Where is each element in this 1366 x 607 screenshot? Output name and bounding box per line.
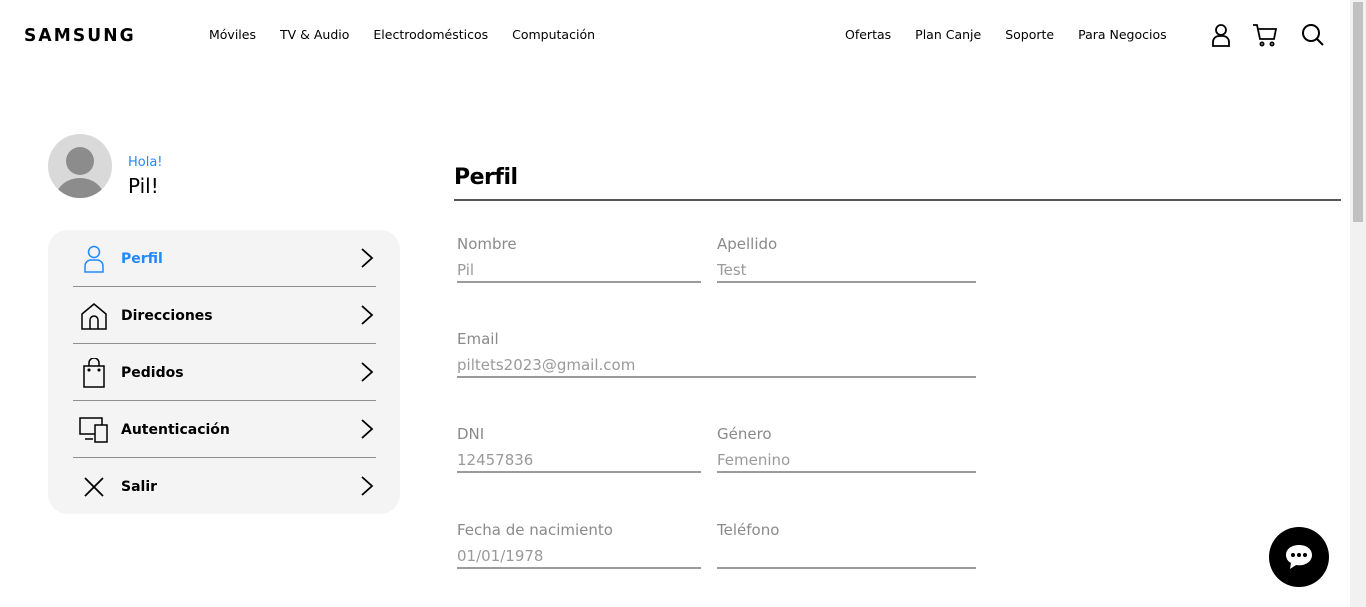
field-label: Fecha de nacimiento [457, 521, 613, 539]
chevron-right-icon [361, 362, 374, 382]
field-label: Género [717, 425, 772, 443]
telefono-field: Teléfono [717, 521, 976, 569]
menu-item-direcciones[interactable]: Direcciones [73, 287, 376, 344]
title-divider [454, 199, 1341, 201]
chat-bubble-icon [1286, 545, 1312, 569]
telefono-input[interactable] [717, 547, 976, 569]
field-label: Apellido [717, 235, 778, 253]
person-icon [79, 244, 109, 274]
menu-item-pedidos[interactable]: Pedidos [73, 344, 376, 401]
nav-ofertas[interactable]: Ofertas [845, 27, 891, 42]
nav-soporte[interactable]: Soporte [1005, 27, 1054, 42]
chevron-right-icon [361, 419, 374, 439]
field-label: Teléfono [717, 521, 780, 539]
search-icon[interactable] [1300, 22, 1326, 48]
fecha-nacimiento-input[interactable]: 01/01/1978 [457, 547, 701, 569]
greeting-hello: Hola! [128, 155, 163, 170]
nav-para-negocios[interactable]: Para Negocios [1078, 27, 1167, 42]
menu-label: Autenticación [121, 421, 230, 438]
menu-item-perfil[interactable]: Perfil [73, 230, 376, 287]
scrollbar-thumb[interactable] [1353, 2, 1363, 222]
fecha-nacimiento-field: Fecha de nacimiento 01/01/1978 [457, 521, 701, 569]
nav-moviles[interactable]: Móviles [209, 27, 256, 42]
chat-button[interactable] [1269, 527, 1329, 587]
field-label: DNI [457, 425, 485, 443]
chevron-right-icon [361, 476, 374, 496]
samsung-logo[interactable]: SAMSUNG [24, 25, 136, 46]
field-label: Nombre [457, 235, 517, 253]
nav-computacion[interactable]: Computación [512, 27, 595, 42]
genero-select[interactable]: Femenino [717, 451, 976, 473]
email-input[interactable]: piltets2023@gmail.com [457, 356, 976, 378]
avatar [48, 134, 112, 198]
devices-icon [79, 415, 109, 445]
main-nav: Móviles TV & Audio Electrodomésticos Com… [209, 27, 619, 42]
greeting-username: Pil! [128, 174, 159, 198]
nombre-field: Nombre Pil [457, 235, 701, 283]
apellido-input[interactable]: Test [717, 261, 976, 283]
nav-tv-audio[interactable]: TV & Audio [280, 27, 349, 42]
nombre-input[interactable]: Pil [457, 261, 701, 283]
dni-field: DNI 12457836 [457, 425, 701, 473]
menu-item-salir[interactable]: Salir [73, 458, 376, 515]
page-title: Perfil [454, 165, 518, 190]
menu-label: Pedidos [121, 364, 184, 381]
menu-label: Salir [121, 478, 158, 495]
chevron-right-icon [361, 305, 374, 325]
account-menu: Perfil Direcciones Pedidos Autenticación… [48, 230, 400, 514]
cart-icon[interactable] [1252, 22, 1278, 48]
menu-label: Direcciones [121, 307, 213, 324]
nav-plan-canje[interactable]: Plan Canje [915, 27, 981, 42]
page-scrollbar[interactable] [1350, 0, 1366, 607]
genero-field: Género Femenino [717, 425, 976, 473]
close-icon [79, 472, 109, 502]
house-icon [79, 301, 109, 331]
dni-input[interactable]: 12457836 [457, 451, 701, 473]
email-field: Email piltets2023@gmail.com [457, 330, 976, 378]
field-label: Email [457, 330, 499, 348]
site-header: SAMSUNG Móviles TV & Audio Electrodomést… [0, 0, 1350, 70]
bag-icon [79, 357, 109, 388]
menu-item-autenticacion[interactable]: Autenticación [73, 401, 376, 458]
menu-label: Perfil [121, 250, 163, 267]
user-icon[interactable] [1208, 22, 1234, 48]
apellido-field: Apellido Test [717, 235, 976, 283]
nav-electrodomesticos[interactable]: Electrodomésticos [373, 27, 488, 42]
chevron-right-icon [361, 248, 374, 268]
utility-nav: Ofertas Plan Canje Soporte Para Negocios [845, 27, 1191, 42]
